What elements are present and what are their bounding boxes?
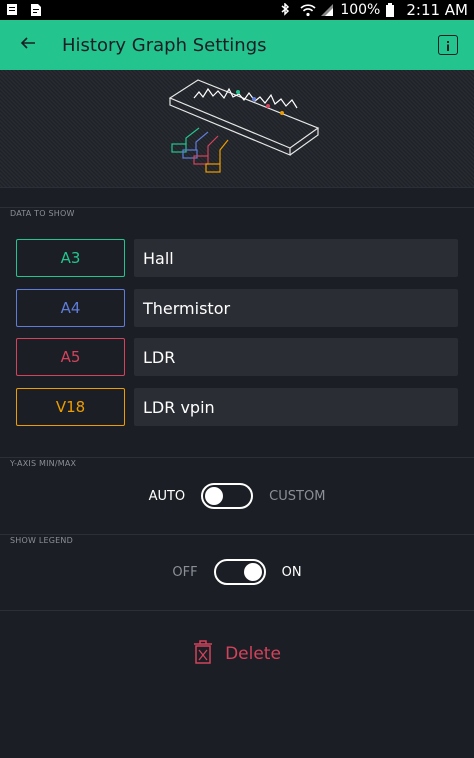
custom-option-label: CUSTOM	[269, 488, 326, 504]
stream-name-field[interactable]: Thermistor	[134, 289, 458, 327]
data-stream-row: A4 Thermistor	[16, 289, 458, 327]
app-bar: History Graph Settings	[0, 20, 474, 70]
off-option-label: OFF	[172, 564, 198, 580]
widget-illustration	[0, 70, 474, 188]
auto-option-label: AUTO	[148, 488, 186, 504]
status-bar: 100% 2:11 AM	[0, 0, 474, 20]
section-divider	[0, 207, 474, 208]
signal-icon	[320, 3, 334, 17]
info-button[interactable]	[438, 35, 458, 55]
toggle-knob	[205, 487, 224, 505]
battery-percent: 100%	[340, 2, 381, 18]
sim-card-icon	[30, 3, 44, 17]
data-stream-row: V18 LDR vpin	[16, 388, 458, 426]
data-section-label: DATA TO SHOW	[10, 209, 75, 218]
wifi-icon	[300, 3, 316, 17]
section-divider	[0, 610, 474, 611]
y-axis-toggle-row: AUTO CUSTOM	[0, 481, 474, 511]
delete-button[interactable]: Delete	[0, 638, 474, 670]
section-divider	[0, 534, 474, 535]
y-axis-section-label: Y-AXIS MIN/MAX	[10, 459, 77, 468]
delete-label: Delete	[225, 644, 281, 664]
legend-toggle[interactable]	[213, 559, 266, 585]
trash-icon	[193, 639, 213, 669]
on-option-label: ON	[281, 564, 302, 580]
data-stream-row: A3 Hall	[16, 239, 458, 277]
bluetooth-icon	[280, 2, 294, 17]
page-title: History Graph Settings	[62, 34, 267, 56]
pin-selector[interactable]: V18	[16, 388, 125, 426]
data-stream-row: A5 LDR	[16, 338, 458, 376]
pin-selector[interactable]: A5	[16, 338, 125, 376]
pin-selector[interactable]: A3	[16, 239, 125, 277]
back-button[interactable]	[0, 20, 56, 70]
y-axis-toggle[interactable]	[201, 483, 254, 509]
pin-selector[interactable]: A4	[16, 289, 125, 327]
legend-toggle-row: OFF ON	[0, 557, 474, 587]
stream-name-field[interactable]: Hall	[134, 239, 458, 277]
history-graph-illustration	[168, 79, 320, 173]
legend-section-label: SHOW LEGEND	[10, 536, 73, 545]
battery-icon	[386, 3, 400, 17]
info-icon	[446, 36, 450, 55]
clock: 2:11 AM	[406, 1, 468, 19]
section-divider	[0, 457, 474, 458]
stream-name-field[interactable]: LDR vpin	[134, 388, 458, 426]
arrow-left-icon	[20, 35, 36, 55]
notification-icon	[6, 3, 20, 17]
stream-name-field[interactable]: LDR	[134, 338, 458, 376]
toggle-knob	[243, 563, 262, 581]
